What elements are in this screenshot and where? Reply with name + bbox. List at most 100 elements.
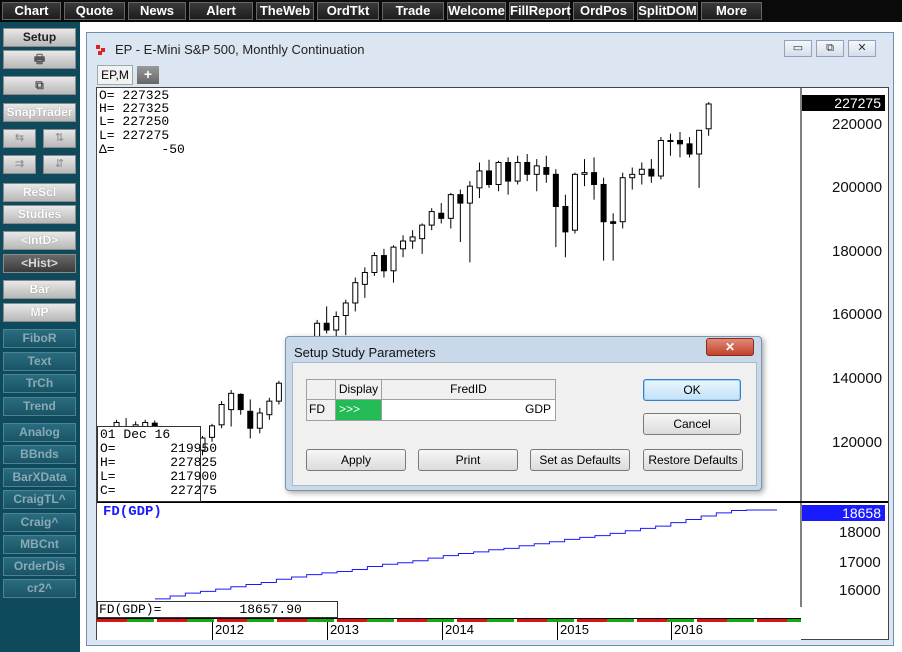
- fibor-button[interactable]: FiboR: [3, 329, 76, 348]
- toolbar-news-button[interactable]: News: [128, 2, 186, 20]
- apply-button[interactable]: Apply: [306, 449, 406, 471]
- fd-study-title[interactable]: FD(GDP): [103, 504, 162, 520]
- text-button[interactable]: Text: [3, 352, 76, 371]
- cancel-button[interactable]: Cancel: [643, 413, 741, 435]
- intd-button[interactable]: <IntD>: [3, 231, 76, 250]
- compress-icon: ⇉: [14, 158, 25, 170]
- candle: [447, 192, 454, 229]
- candle: [380, 248, 387, 278]
- hist-button[interactable]: <Hist>: [3, 254, 76, 273]
- expand-icon: ⇵: [54, 158, 65, 170]
- trend-button[interactable]: Trend: [3, 397, 76, 416]
- craigtl-button[interactable]: CraigTL^: [3, 490, 76, 509]
- ok-button[interactable]: OK: [643, 379, 741, 401]
- cr2-button[interactable]: cr2^: [3, 579, 76, 598]
- restore-defaults-button[interactable]: Restore Defaults: [643, 449, 743, 471]
- candle: [266, 397, 273, 420]
- grid-corner: [306, 379, 336, 400]
- arrows-vertical-icon: ⇅: [54, 132, 65, 144]
- toolbar-quote-button[interactable]: Quote: [64, 2, 125, 20]
- last-price-badge: 227275: [802, 95, 885, 111]
- candle: [275, 380, 282, 405]
- display-color-cell[interactable]: >>>: [335, 399, 382, 421]
- study-sidebar: Setup 🖶 ⧉ SnapTrader ⇆ ⇅ ⇉ ⇵ ReScl Studi…: [0, 22, 80, 652]
- price-axis-label: 160000: [832, 306, 883, 323]
- bar-info-box: 01 Dec 16 O= 219950 H= 227825 L= 217900 …: [97, 426, 217, 502]
- toolbar-more-button[interactable]: More: [701, 2, 762, 20]
- toolbar-welcome-button[interactable]: Welcome: [447, 2, 506, 20]
- mp-button[interactable]: MP: [3, 303, 76, 322]
- candle: [591, 157, 598, 200]
- scroll-right-button[interactable]: ⇅: [43, 129, 76, 148]
- candle: [486, 159, 492, 188]
- fd-gdp-line: [155, 509, 777, 600]
- zoom-in-button[interactable]: ⇉: [3, 155, 36, 174]
- fd-last-badge: 18658: [802, 505, 885, 521]
- scroll-left-button[interactable]: ⇆: [3, 129, 36, 148]
- fd-axis-label: 18000: [839, 524, 881, 541]
- close-window-button[interactable]: ✕: [848, 40, 876, 57]
- price-axis-label: 180000: [832, 243, 883, 260]
- price-axis-label: 220000: [832, 116, 883, 133]
- bar-high: H= 227825: [100, 455, 218, 470]
- fd-chart[interactable]: [97, 503, 888, 607]
- print-button[interactable]: Print: [418, 449, 518, 471]
- set-defaults-button[interactable]: Set as Defaults: [530, 449, 630, 471]
- trch-button[interactable]: TrCh: [3, 374, 76, 393]
- barxdata-button[interactable]: BarXData: [3, 468, 76, 487]
- tab-ep-m[interactable]: EP,M: [97, 65, 133, 85]
- candle: [256, 407, 263, 434]
- time-axis[interactable]: 2012 2013 2014 2015 2016: [97, 618, 801, 640]
- analog-button[interactable]: Analog: [3, 423, 76, 442]
- bbnds-button[interactable]: BBnds: [3, 445, 76, 464]
- craig-button[interactable]: Craig^: [3, 513, 76, 532]
- fd-value-readout: FD(GDP)= 18657.90: [97, 601, 338, 618]
- rescl-button[interactable]: ReScl: [3, 183, 76, 202]
- fredid-input[interactable]: GDP: [381, 399, 556, 421]
- add-tab-button[interactable]: +: [137, 66, 159, 84]
- copy-button[interactable]: ⧉: [3, 76, 76, 95]
- candle: [638, 162, 645, 185]
- toolbar-ordpos-button[interactable]: OrdPos: [573, 2, 634, 20]
- setup-button[interactable]: Setup: [3, 28, 76, 47]
- candle: [466, 181, 473, 263]
- toolbar-alert-button[interactable]: Alert: [189, 2, 253, 20]
- top-toolbar: Chart Quote News Alert TheWeb OrdTkt Tra…: [0, 0, 902, 22]
- candle: [371, 252, 378, 276]
- dialog-close-button[interactable]: ✕: [706, 338, 754, 356]
- candle: [419, 223, 426, 254]
- studies-button[interactable]: Studies: [3, 205, 76, 224]
- study-param-grid: Display FredID FD >>> GDP: [306, 379, 556, 421]
- toolbar-ordtkt-button[interactable]: OrdTkt: [317, 2, 379, 20]
- candle: [610, 213, 617, 261]
- candle: [457, 189, 464, 243]
- toolbar-splitdom-button[interactable]: SplitDOM: [637, 2, 698, 20]
- mbcnt-button[interactable]: MBCnt: [3, 535, 76, 554]
- print-button[interactable]: 🖶: [3, 50, 76, 69]
- toolbar-trade-button[interactable]: Trade: [382, 2, 444, 20]
- toolbar-chart-button[interactable]: Chart: [2, 2, 61, 20]
- candle: [600, 177, 607, 261]
- column-header-display[interactable]: Display: [335, 379, 382, 400]
- candle: [657, 137, 664, 180]
- close-icon: ✕: [724, 340, 736, 354]
- bar-low: L= 217900: [100, 469, 218, 484]
- column-header-fredid[interactable]: FredID: [381, 379, 556, 400]
- restore-icon: ⧉: [826, 42, 834, 54]
- snaptrader-button[interactable]: SnapTrader: [3, 103, 76, 122]
- bar-close: C= 227275: [100, 483, 218, 498]
- minimize-button[interactable]: ▭: [784, 40, 812, 57]
- orderdis-button[interactable]: OrderDis: [3, 557, 76, 576]
- candle: [342, 299, 349, 336]
- restore-button[interactable]: ⧉: [816, 40, 844, 57]
- price-axis-label: 140000: [832, 370, 883, 387]
- fd-axis-label: 17000: [839, 554, 881, 571]
- bar-button[interactable]: Bar: [3, 280, 76, 299]
- candle: [476, 162, 483, 199]
- candle: [533, 159, 540, 192]
- plus-icon: +: [143, 66, 153, 82]
- zoom-out-button[interactable]: ⇵: [43, 155, 76, 174]
- candle: [209, 423, 216, 442]
- toolbar-theweb-button[interactable]: TheWeb: [256, 2, 314, 20]
- toolbar-fillreport-button[interactable]: FillReport: [509, 2, 571, 20]
